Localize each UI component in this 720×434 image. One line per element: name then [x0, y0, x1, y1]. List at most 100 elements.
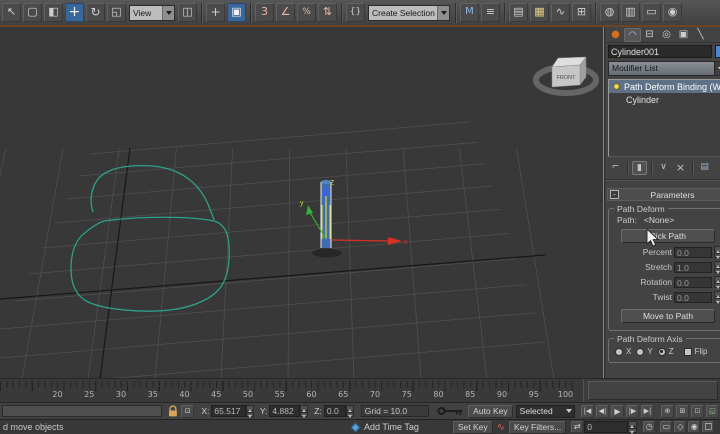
key-mode-dropdown[interactable]: Selected — [515, 404, 575, 418]
zoom-extents-all-icon[interactable]: ◱ — [705, 404, 719, 418]
align-icon[interactable]: ≡ — [481, 3, 500, 22]
mirror-icon[interactable]: M — [460, 3, 479, 22]
modifier-list-arrow[interactable] — [714, 62, 720, 75]
rotation-spinner[interactable] — [714, 276, 720, 288]
transform-typein-toggle-icon[interactable]: ⊡ — [181, 404, 195, 418]
z-coord-spinner[interactable] — [345, 405, 354, 417]
tab-hierarchy[interactable]: ⊟ — [641, 28, 658, 42]
viewcube[interactable]: FRONT — [533, 56, 599, 96]
move-to-path-button[interactable]: Move to Path — [621, 309, 716, 323]
tab-display[interactable]: ▣ — [675, 28, 692, 42]
select-and-manipulate-icon[interactable]: + — [206, 3, 225, 22]
next-frame-button[interactable]: |▶ — [625, 404, 639, 418]
current-frame-field[interactable]: 0 — [584, 421, 629, 433]
select-and-rotate-icon[interactable]: ↻ — [86, 3, 105, 22]
track-bar[interactable]: 20 25 30 35 40 45 50 55 60 65 70 75 80 85 90 95 100 — [0, 379, 584, 402]
render-production-icon[interactable]: ◉ — [663, 3, 682, 22]
show-end-result-icon[interactable]: ▮ — [632, 160, 647, 175]
x-coord-spinner[interactable] — [245, 405, 254, 417]
current-frame-spinner[interactable] — [628, 421, 638, 433]
zoom-all-icon[interactable]: ⊞ — [675, 404, 689, 418]
modifier-list-dropdown[interactable]: Modifier List — [608, 61, 720, 76]
material-editor-icon[interactable]: ◍ — [600, 3, 619, 22]
previous-frame-button[interactable]: ◀| — [595, 404, 609, 418]
object-name-field[interactable]: Cylinder001 — [608, 45, 713, 58]
x-coord-field[interactable]: 65.517 — [211, 405, 246, 417]
flip-checkbox[interactable] — [683, 347, 692, 356]
key-filters-button[interactable]: Key Filters... — [509, 420, 567, 434]
modifier-stack-item[interactable]: Cylinder — [609, 93, 720, 106]
keyboard-shortcut-override-icon[interactable]: ▣ — [227, 3, 246, 22]
render-setup-icon[interactable]: ▥ — [621, 3, 640, 22]
layer-manager-icon[interactable]: ▤ — [509, 3, 528, 22]
rollout-collapse-icon[interactable]: - — [610, 190, 619, 199]
auto-key-button[interactable]: Auto Key — [468, 404, 513, 418]
go-to-end-button[interactable]: ▶| — [640, 404, 654, 418]
zoom-region-icon[interactable]: ▭ — [660, 421, 673, 433]
angle-snap-toggle-icon[interactable]: ∠ — [276, 3, 295, 22]
key-mode-toggle-icon[interactable]: ⇄ — [571, 421, 584, 433]
selection-lock-toggle-icon[interactable] — [168, 404, 178, 418]
y-coord-field[interactable]: 4.882 — [269, 405, 301, 417]
tab-create[interactable]: ● — [607, 28, 624, 42]
axis-x-radio[interactable] — [615, 347, 623, 356]
percent-field[interactable]: 0.0 — [674, 246, 713, 258]
schematic-view-icon[interactable]: ⊞ — [572, 3, 591, 22]
select-and-move-icon[interactable]: + — [65, 3, 84, 22]
twist-spinner[interactable] — [714, 291, 720, 303]
tab-modify[interactable]: ◠ — [624, 28, 641, 42]
rotation-field[interactable]: 0.0 — [674, 276, 713, 288]
stretch-spinner[interactable] — [714, 261, 720, 273]
percent-spinner[interactable] — [714, 246, 720, 258]
twist-field[interactable]: 0.0 — [674, 291, 713, 303]
axis-z-radio[interactable] — [657, 347, 666, 356]
orbit-icon[interactable]: ◉ — [688, 421, 701, 433]
pick-path-button[interactable]: Pick Path — [621, 229, 716, 243]
window-crossing-toggle-icon[interactable]: ◧ — [44, 3, 63, 22]
tab-utilities[interactable]: ╲ — [692, 28, 709, 42]
reference-coordinate-system-dropdown-arrow[interactable] — [162, 5, 174, 20]
pan-icon[interactable]: ◇ — [674, 421, 687, 433]
z-coord-field[interactable]: 0.0 — [323, 405, 346, 417]
viewport-canvas[interactable]: Z y x FRONT — [0, 27, 603, 378]
percent-snap-toggle-icon[interactable]: % — [297, 3, 316, 22]
snaps-toggle-3d-icon[interactable]: 3 — [255, 3, 274, 22]
set-keys-button[interactable] — [437, 405, 464, 417]
parameters-rollout-header[interactable]: - Parameters — [607, 188, 720, 201]
viewport-front[interactable]: Z y x FRONT — [0, 27, 604, 378]
use-pivot-point-center-icon[interactable]: ◫ — [178, 3, 197, 22]
maximize-viewport-toggle-icon[interactable]: ◻ — [702, 421, 715, 433]
reference-coordinate-system-dropdown[interactable]: View — [129, 4, 175, 21]
configure-modifier-sets-icon[interactable]: ▤ — [697, 161, 712, 175]
zoom-extents-icon[interactable]: ⊡ — [690, 404, 704, 418]
make-unique-icon[interactable]: ∨ — [656, 161, 671, 175]
modifier-enabled-bulb-icon[interactable] — [613, 83, 620, 90]
scene-explorer-icon[interactable]: ▦ — [530, 3, 549, 22]
time-configuration-icon[interactable]: ◷ — [643, 421, 656, 433]
object-color-swatch[interactable] — [715, 45, 720, 58]
path-spline-arc[interactable] — [90, 164, 215, 221]
add-time-tag[interactable]: Add Time Tag — [350, 422, 419, 432]
set-key-button[interactable]: Set Key — [452, 420, 493, 434]
rectangular-selection-region-icon[interactable]: ▢ — [23, 3, 42, 22]
rendered-frame-window-icon[interactable]: ▭ — [642, 3, 661, 22]
new-key-default-in-out-tangents-icon[interactable]: ∿ — [497, 422, 505, 433]
maxscript-mini-listener[interactable] — [2, 405, 162, 417]
y-coord-spinner[interactable] — [300, 405, 309, 417]
zoom-icon[interactable]: ⊕ — [660, 404, 674, 418]
modifier-stack[interactable]: Path Deform Binding (WS Cylinder — [608, 79, 720, 157]
named-selection-sets-dropdown[interactable]: Create Selection Se — [368, 4, 450, 21]
transform-gizmo[interactable]: Z y x — [300, 180, 408, 246]
viewcube-front-label[interactable]: FRONT — [557, 75, 577, 81]
go-to-start-button[interactable]: |◀ — [580, 404, 594, 418]
path-spline-loop[interactable] — [70, 216, 230, 312]
select-object-icon[interactable]: ↖ — [2, 3, 21, 22]
remove-modifier-icon[interactable]: × — [673, 161, 688, 175]
named-selection-sets-dropdown-arrow[interactable] — [437, 5, 449, 20]
select-and-scale-icon[interactable]: ◱ — [107, 3, 126, 22]
stretch-field[interactable]: 1.0 — [674, 261, 713, 273]
edit-named-selection-sets-icon[interactable]: {} — [346, 3, 365, 22]
tab-motion[interactable]: ◎ — [658, 28, 675, 42]
curve-editor-icon[interactable]: ∿ — [551, 3, 570, 22]
pin-stack-icon[interactable]: ⌐ — [608, 161, 623, 175]
